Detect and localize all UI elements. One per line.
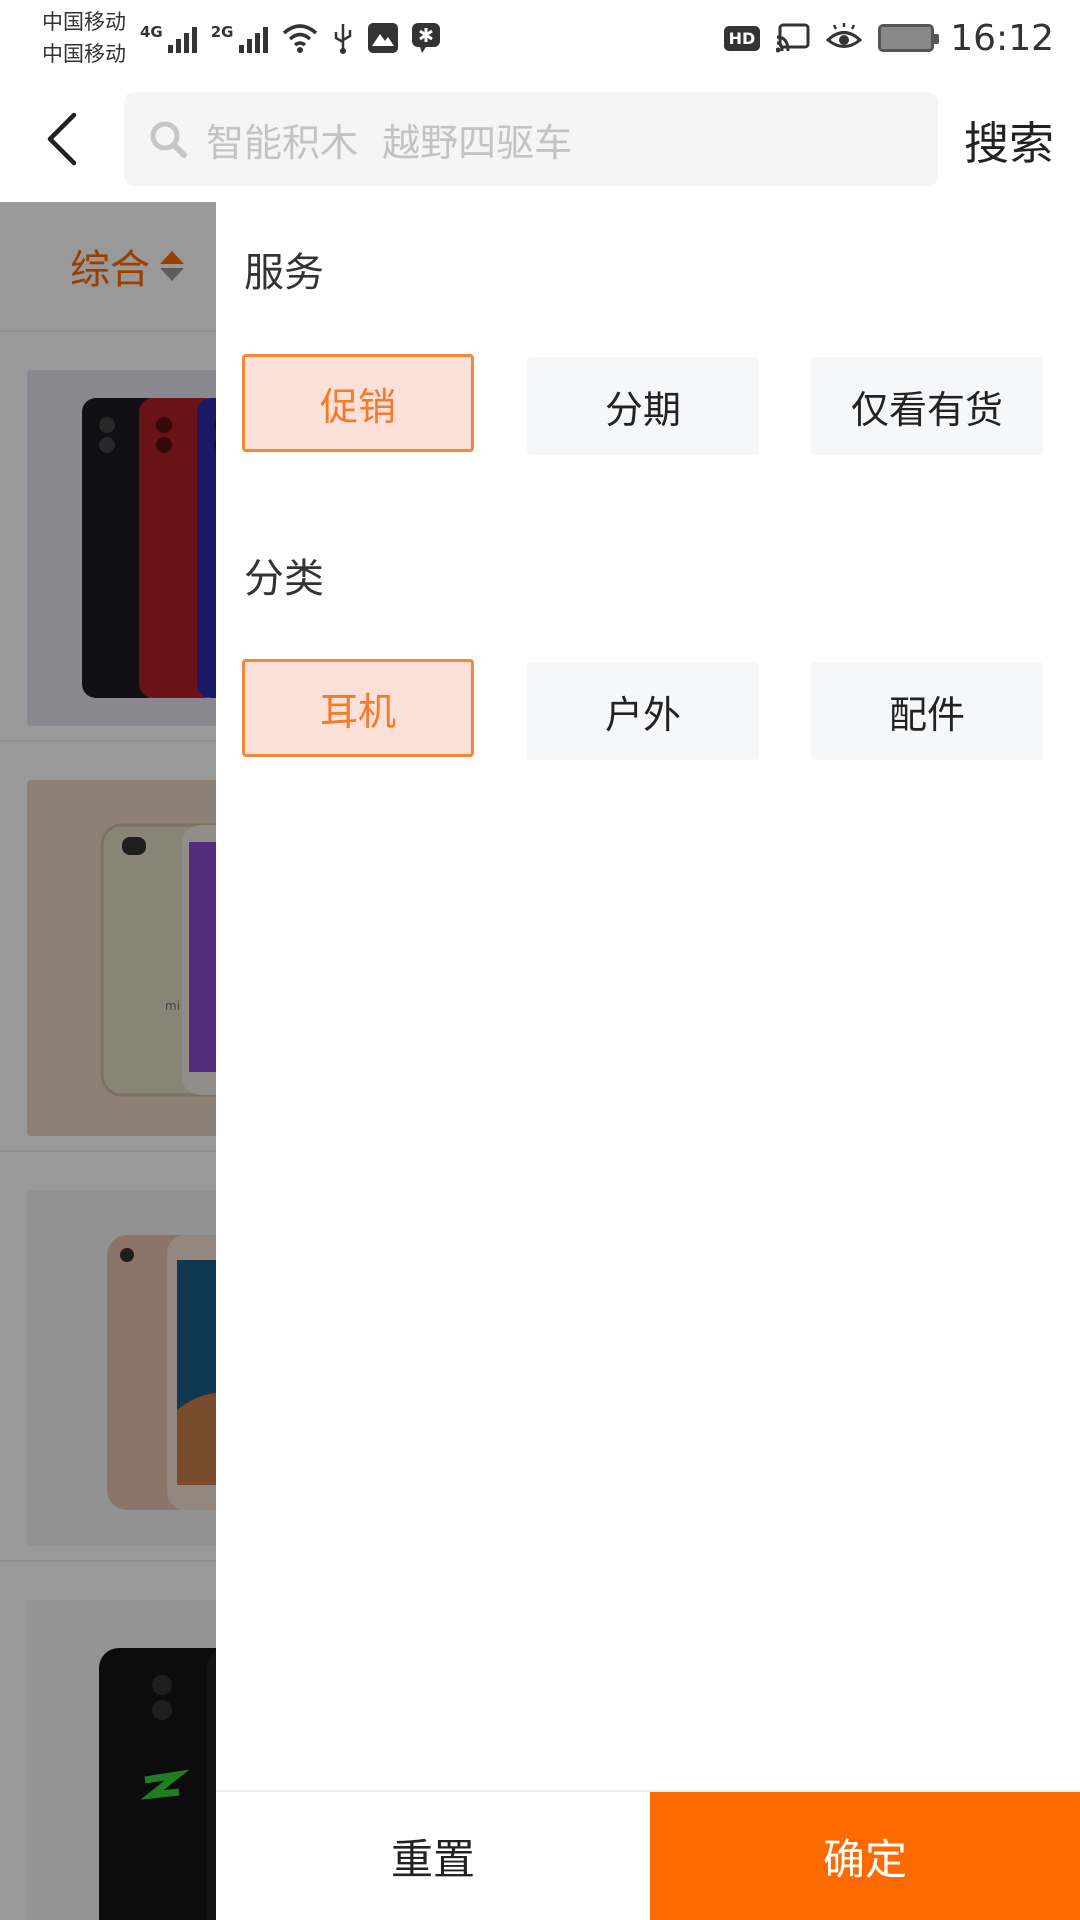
eye-comfort-icon <box>826 23 863 48</box>
reset-button[interactable]: 重置 <box>216 1792 650 1920</box>
clock: 16:12 <box>950 17 1054 59</box>
filter-chip-outdoor[interactable]: 户外 <box>527 662 759 760</box>
search-input[interactable]: 智能积木 越野四驱车 <box>124 92 938 186</box>
chevron-left-icon <box>47 112 77 166</box>
carrier-names: 中国移动 中国移动 <box>42 6 126 70</box>
filter-chip-earphones[interactable]: 耳机 <box>242 659 474 757</box>
hd-icon: HD <box>723 25 761 51</box>
status-bar: 中国移动 中国移动 4G 2G HD 16:12 <box>0 0 1080 76</box>
search-header: 智能积木 越野四驱车 搜索 <box>0 76 1080 202</box>
search-icon <box>150 121 187 158</box>
filter-chip-installment[interactable]: 分期 <box>527 357 759 455</box>
confirm-button[interactable]: 确定 <box>650 1792 1080 1920</box>
signal-4g-icon: 4G <box>140 23 197 53</box>
filter-chip-accessories[interactable]: 配件 <box>811 662 1043 760</box>
carrier-2: 中国移动 <box>42 42 126 66</box>
back-button[interactable] <box>0 76 124 202</box>
cast-icon <box>776 23 810 53</box>
network-type-2: 2G <box>210 23 234 41</box>
service-section-title: 服务 <box>244 250 324 296</box>
carrier-1: 中国移动 <box>42 10 126 34</box>
network-type-1: 4G <box>140 23 163 41</box>
category-section-title: 分类 <box>244 556 324 602</box>
wifi-icon <box>282 24 317 53</box>
search-button[interactable]: 搜索 <box>938 107 1080 172</box>
drawer-footer: 重置 确定 <box>216 1790 1080 1920</box>
signal-2g-icon: 2G <box>211 23 268 53</box>
status-icons-left: 4G 2G <box>140 22 440 54</box>
battery-icon <box>878 24 940 52</box>
app-root: 中国移动 中国移动 4G 2G HD 16:12 智能积木 越野四驱车 搜索 综… <box>0 0 1080 1920</box>
mountain-app-icon <box>367 23 398 53</box>
app-badge-icon <box>411 23 440 53</box>
status-icons-right: HD 16:12 <box>723 17 1054 59</box>
filter-chip-promotion[interactable]: 促销 <box>242 354 474 452</box>
filter-drawer: 服务 促销 分期 仅看有货 分类 耳机 户外 配件 重置 确定 <box>216 202 1080 1920</box>
search-placeholder: 智能积木 越野四驱车 <box>206 120 573 165</box>
filter-chip-in-stock[interactable]: 仅看有货 <box>811 357 1043 455</box>
usb-icon <box>334 24 351 54</box>
